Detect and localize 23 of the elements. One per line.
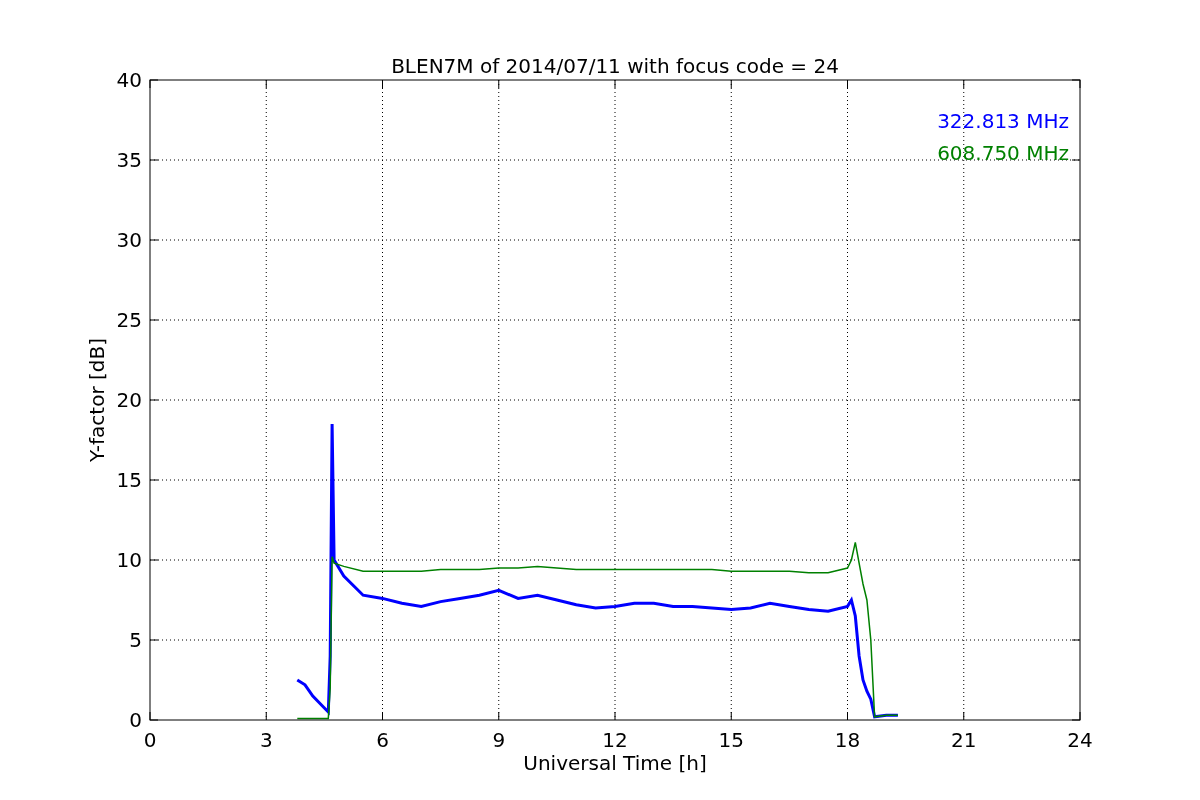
axis-label: Y-factor [dB] [85,338,109,462]
tick-label: 6 [376,728,389,752]
tick-label: 35 [116,148,142,172]
tick-label: 10 [116,548,142,572]
tick-label: 12 [602,728,628,752]
chart-title: BLEN7M of 2014/07/11 with focus code = 24 [391,54,839,78]
tick-label: 0 [129,708,142,732]
tick-label: 15 [116,468,142,492]
tick-label: 30 [116,228,142,252]
tick-label: 24 [1067,728,1093,752]
tick-label: 5 [129,628,142,652]
tick-label: 3 [259,728,273,752]
legend-label: 608.750 MHz [937,141,1069,165]
tick-label: 20 [116,388,142,412]
legend-label: 322.813 MHz [937,109,1069,133]
tick-label: 40 [116,68,142,92]
tick-label: 21 [951,728,977,752]
axis-label: Universal Time [h] [523,751,707,775]
tick-label: 15 [718,728,744,752]
tick-label: 25 [116,308,142,332]
tick-label: 0 [143,728,157,752]
tick-label: 9 [492,728,506,752]
tick-label: 18 [834,728,861,752]
